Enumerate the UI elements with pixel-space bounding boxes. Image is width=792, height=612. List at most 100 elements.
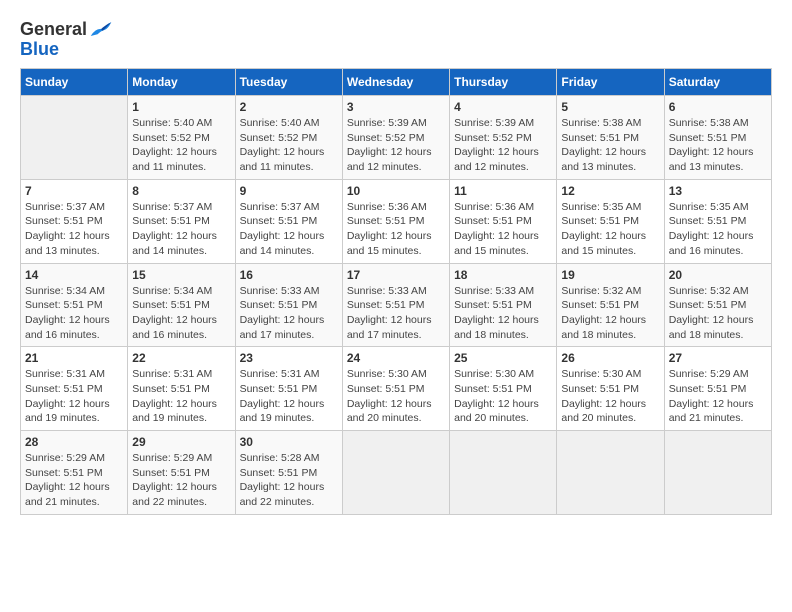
calendar-cell bbox=[342, 431, 449, 515]
logo: General Blue bbox=[20, 20, 113, 60]
day-number: 6 bbox=[669, 100, 767, 114]
col-header-saturday: Saturday bbox=[664, 69, 771, 96]
col-header-wednesday: Wednesday bbox=[342, 69, 449, 96]
day-number: 28 bbox=[25, 435, 123, 449]
calendar-cell: 25 Sunrise: 5:30 AMSunset: 5:51 PMDayligh… bbox=[450, 347, 557, 431]
day-info: Sunrise: 5:32 AMSunset: 5:51 PMDaylight:… bbox=[561, 284, 659, 343]
logo-bird-icon bbox=[89, 20, 113, 40]
calendar-cell: 18 Sunrise: 5:33 AMSunset: 5:51 PMDayligh… bbox=[450, 263, 557, 347]
calendar-table: SundayMondayTuesdayWednesdayThursdayFrid… bbox=[20, 68, 772, 515]
day-number: 1 bbox=[132, 100, 230, 114]
calendar-cell: 24Sunrise: 5:30 AMSunset: 5:51 PMDayligh… bbox=[342, 347, 449, 431]
day-number: 20 bbox=[669, 268, 767, 282]
day-info: Sunrise: 5:34 AMSunset: 5:51 PMDaylight:… bbox=[25, 284, 123, 343]
day-info: Sunrise: 5:31 AMSunset: 5:51 PMDaylight:… bbox=[132, 367, 230, 426]
logo-general: General bbox=[20, 20, 87, 40]
day-info: Sunrise: 5:29 AMSunset: 5:51 PMDaylight:… bbox=[132, 451, 230, 510]
day-number: 24 bbox=[347, 351, 445, 365]
calendar-cell: 10 Sunrise: 5:36 AMSunset: 5:51 PMDayligh… bbox=[342, 179, 449, 263]
col-header-thursday: Thursday bbox=[450, 69, 557, 96]
day-info: Sunrise: 5:39 AMSunset: 5:52 PMDaylight:… bbox=[347, 116, 445, 175]
calendar-cell: 12Sunrise: 5:35 AMSunset: 5:51 PMDayligh… bbox=[557, 179, 664, 263]
day-info: Sunrise: 5:30 AMSunset: 5:51 PMDaylight:… bbox=[454, 367, 552, 426]
day-info: Sunrise: 5:33 AMSunset: 5:51 PMDaylight:… bbox=[240, 284, 338, 343]
day-number: 19 bbox=[561, 268, 659, 282]
day-number: 8 bbox=[132, 184, 230, 198]
day-info: Sunrise: 5:36 AMSunset: 5:51 PMDaylight:… bbox=[454, 200, 552, 259]
day-number: 11 bbox=[454, 184, 552, 198]
day-info: Sunrise: 5:37 AMSunset: 5:51 PMDaylight:… bbox=[25, 200, 123, 259]
calendar-cell: 17Sunrise: 5:33 AMSunset: 5:51 PMDayligh… bbox=[342, 263, 449, 347]
calendar-cell bbox=[664, 431, 771, 515]
day-number: 23 bbox=[240, 351, 338, 365]
day-number: 22 bbox=[132, 351, 230, 365]
day-number: 29 bbox=[132, 435, 230, 449]
day-info: Sunrise: 5:34 AMSunset: 5:51 PMDaylight:… bbox=[132, 284, 230, 343]
calendar-cell: 11 Sunrise: 5:36 AMSunset: 5:51 PMDayligh… bbox=[450, 179, 557, 263]
day-info: Sunrise: 5:30 AMSunset: 5:51 PMDaylight:… bbox=[561, 367, 659, 426]
day-number: 16 bbox=[240, 268, 338, 282]
day-info: Sunrise: 5:31 AMSunset: 5:51 PMDaylight:… bbox=[240, 367, 338, 426]
calendar-cell: 7 Sunrise: 5:37 AMSunset: 5:51 PMDaylight… bbox=[21, 179, 128, 263]
day-info: Sunrise: 5:31 AMSunset: 5:51 PMDaylight:… bbox=[25, 367, 123, 426]
day-info: Sunrise: 5:35 AMSunset: 5:51 PMDaylight:… bbox=[669, 200, 767, 259]
calendar-cell: 16 Sunrise: 5:33 AMSunset: 5:51 PMDayligh… bbox=[235, 263, 342, 347]
day-info: Sunrise: 5:36 AMSunset: 5:51 PMDaylight:… bbox=[347, 200, 445, 259]
col-header-tuesday: Tuesday bbox=[235, 69, 342, 96]
day-info: Sunrise: 5:40 AMSunset: 5:52 PMDaylight:… bbox=[132, 116, 230, 175]
day-info: Sunrise: 5:37 AMSunset: 5:51 PMDaylight:… bbox=[132, 200, 230, 259]
day-info: Sunrise: 5:39 AMSunset: 5:52 PMDaylight:… bbox=[454, 116, 552, 175]
col-header-sunday: Sunday bbox=[21, 69, 128, 96]
calendar-cell: 27 Sunrise: 5:29 AMSunset: 5:51 PMDayligh… bbox=[664, 347, 771, 431]
day-number: 15 bbox=[132, 268, 230, 282]
calendar-cell: 13 Sunrise: 5:35 AMSunset: 5:51 PMDayligh… bbox=[664, 179, 771, 263]
calendar-cell: 3 Sunrise: 5:39 AMSunset: 5:52 PMDaylight… bbox=[342, 96, 449, 180]
calendar-cell bbox=[557, 431, 664, 515]
day-info: Sunrise: 5:28 AMSunset: 5:51 PMDaylight:… bbox=[240, 451, 338, 510]
day-number: 14 bbox=[25, 268, 123, 282]
calendar-cell: 5 Sunrise: 5:38 AMSunset: 5:51 PMDaylight… bbox=[557, 96, 664, 180]
calendar-cell: 8 Sunrise: 5:37 AMSunset: 5:51 PMDaylight… bbox=[128, 179, 235, 263]
day-number: 5 bbox=[561, 100, 659, 114]
day-number: 4 bbox=[454, 100, 552, 114]
day-info: Sunrise: 5:33 AMSunset: 5:51 PMDaylight:… bbox=[347, 284, 445, 343]
day-info: Sunrise: 5:40 AMSunset: 5:52 PMDaylight:… bbox=[240, 116, 338, 175]
calendar-cell: 15 Sunrise: 5:34 AMSunset: 5:51 PMDayligh… bbox=[128, 263, 235, 347]
calendar-cell: 26 Sunrise: 5:30 AMSunset: 5:51 PMDayligh… bbox=[557, 347, 664, 431]
calendar-cell: 1 Sunrise: 5:40 AMSunset: 5:52 PMDaylight… bbox=[128, 96, 235, 180]
calendar-cell: 14 Sunrise: 5:34 AMSunset: 5:51 PMDayligh… bbox=[21, 263, 128, 347]
calendar-cell: 29 Sunrise: 5:29 AMSunset: 5:51 PMDayligh… bbox=[128, 431, 235, 515]
day-number: 26 bbox=[561, 351, 659, 365]
day-info: Sunrise: 5:37 AMSunset: 5:51 PMDaylight:… bbox=[240, 200, 338, 259]
day-number: 7 bbox=[25, 184, 123, 198]
day-number: 30 bbox=[240, 435, 338, 449]
day-number: 9 bbox=[240, 184, 338, 198]
day-info: Sunrise: 5:33 AMSunset: 5:51 PMDaylight:… bbox=[454, 284, 552, 343]
calendar-cell: 22 Sunrise: 5:31 AMSunset: 5:51 PMDayligh… bbox=[128, 347, 235, 431]
calendar-cell: 28 Sunrise: 5:29 AMSunset: 5:51 PMDayligh… bbox=[21, 431, 128, 515]
day-info: Sunrise: 5:38 AMSunset: 5:51 PMDaylight:… bbox=[561, 116, 659, 175]
calendar-cell: 4 Sunrise: 5:39 AMSunset: 5:52 PMDaylight… bbox=[450, 96, 557, 180]
day-info: Sunrise: 5:32 AMSunset: 5:51 PMDaylight:… bbox=[669, 284, 767, 343]
logo-blue: Blue bbox=[20, 39, 59, 59]
calendar-cell bbox=[450, 431, 557, 515]
day-number: 25 bbox=[454, 351, 552, 365]
calendar-cell: 19 Sunrise: 5:32 AMSunset: 5:51 PMDayligh… bbox=[557, 263, 664, 347]
day-number: 18 bbox=[454, 268, 552, 282]
day-info: Sunrise: 5:29 AMSunset: 5:51 PMDaylight:… bbox=[669, 367, 767, 426]
day-number: 12 bbox=[561, 184, 659, 198]
day-number: 13 bbox=[669, 184, 767, 198]
calendar-cell: 20 Sunrise: 5:32 AMSunset: 5:51 PMDayligh… bbox=[664, 263, 771, 347]
calendar-cell: 9 Sunrise: 5:37 AMSunset: 5:51 PMDaylight… bbox=[235, 179, 342, 263]
calendar-cell: 21 Sunrise: 5:31 AMSunset: 5:51 PMDayligh… bbox=[21, 347, 128, 431]
day-number: 21 bbox=[25, 351, 123, 365]
day-number: 3 bbox=[347, 100, 445, 114]
day-info: Sunrise: 5:29 AMSunset: 5:51 PMDaylight:… bbox=[25, 451, 123, 510]
day-number: 10 bbox=[347, 184, 445, 198]
calendar-cell: 6 Sunrise: 5:38 AMSunset: 5:51 PMDaylight… bbox=[664, 96, 771, 180]
col-header-monday: Monday bbox=[128, 69, 235, 96]
calendar-cell: 30 Sunrise: 5:28 AMSunset: 5:51 PMDayligh… bbox=[235, 431, 342, 515]
day-number: 27 bbox=[669, 351, 767, 365]
day-number: 2 bbox=[240, 100, 338, 114]
day-info: Sunrise: 5:38 AMSunset: 5:51 PMDaylight:… bbox=[669, 116, 767, 175]
